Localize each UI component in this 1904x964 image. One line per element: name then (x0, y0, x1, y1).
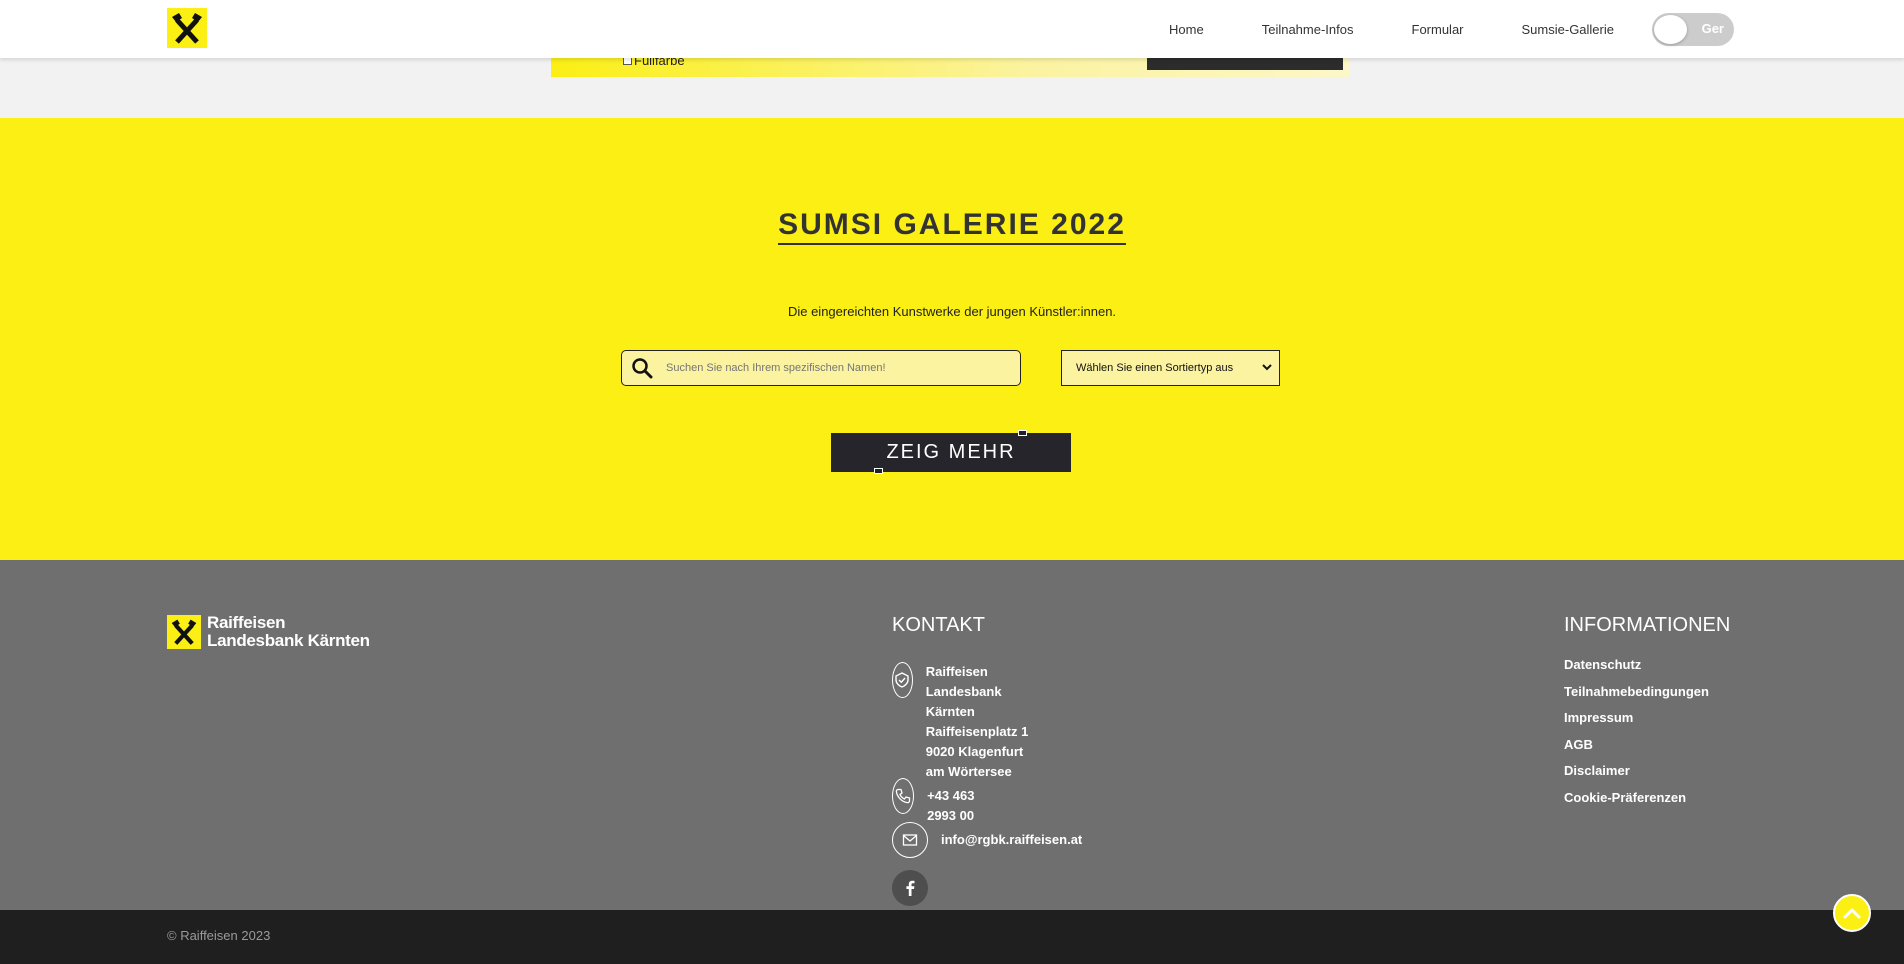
sort-select[interactable]: Wählen Sie einen Sortiertyp aus (1061, 350, 1280, 386)
email-address[interactable]: info@rgbk.raiffeisen.at (941, 830, 1082, 850)
location-icon (892, 662, 913, 698)
information-column: INFORMATIONEN Datenschutz Teilnahmebedin… (1564, 614, 1730, 811)
address-line2: Raiffeisenplatz 1 (925, 724, 1029, 739)
gallery-subtitle: Die eingereichten Kunstwerke der jungen … (787, 304, 1117, 319)
email-row[interactable]: info@rgbk.raiffeisen.at (892, 822, 1082, 858)
facebook-icon[interactable] (892, 870, 928, 906)
information-heading: INFORMATIONEN (1564, 614, 1731, 636)
link-datenschutz[interactable]: Datenschutz (1564, 652, 1730, 679)
gallery-section: SUMSI GALERIE 2022 Die eingereichten Kun… (0, 118, 1904, 560)
logo-line2: Landesbank Kärnten (207, 631, 370, 650)
search-icon (622, 350, 662, 386)
phone-row[interactable]: +43 463 2993 00 (892, 778, 985, 826)
nav-home[interactable]: Home (1169, 22, 1204, 37)
show-more-button[interactable]: ZEIG MEHR (831, 433, 1071, 472)
address-line3: 9020 Klagenfurt am Wörtersee (925, 744, 1024, 779)
address-row: Raiffeisen Landesbank Kärnten Raiffeisen… (892, 662, 1033, 782)
nav-formular[interactable]: Formular (1412, 22, 1464, 37)
toggle-knob (1654, 15, 1687, 44)
scroll-to-top-button[interactable] (1833, 894, 1871, 932)
link-disclaimer[interactable]: Disclaimer (1564, 758, 1730, 785)
search-input[interactable] (666, 362, 1020, 374)
raiffeisen-logo-icon[interactable] (167, 8, 207, 48)
nav-teilnahme-infos[interactable]: Teilnahme-Infos (1262, 22, 1354, 37)
raiffeisen-logo-icon (167, 615, 201, 649)
footer-logo-text: Raiffeisen Landesbank Kärnten (207, 614, 370, 650)
contact-column: KONTAKT Raiffeisen Landesbank Kärnten Ra… (892, 614, 1082, 906)
language-toggle[interactable]: Ger (1652, 13, 1734, 46)
link-agb[interactable]: AGB (1564, 732, 1730, 759)
copyright-text: © Raiffeisen 2023 (167, 928, 271, 943)
resize-handle[interactable] (874, 468, 883, 474)
chevron-down-icon (1261, 361, 1273, 376)
search-box[interactable] (621, 350, 1021, 386)
gallery-title-wrap: SUMSI GALERIE 2022 (0, 208, 1904, 245)
nav-sumsie-gallerie[interactable]: Sumsie-Gallerie (1522, 22, 1614, 37)
chevron-up-icon (1843, 908, 1861, 919)
footer-logo[interactable]: Raiffeisen Landesbank Kärnten (167, 614, 370, 650)
link-impressum[interactable]: Impressum (1564, 705, 1730, 732)
sort-selected-value: Wählen Sie einen Sortiertyp aus (1076, 362, 1234, 374)
phone-icon (892, 778, 915, 814)
link-cookie-praeferenzen[interactable]: Cookie-Präferenzen (1564, 785, 1730, 812)
contact-heading: KONTAKT (892, 614, 985, 636)
link-teilnahmebedingungen[interactable]: Teilnahmebedingungen (1564, 679, 1730, 706)
copyright-bar: © Raiffeisen 2023 (0, 910, 1904, 964)
language-label: Ger (1701, 21, 1724, 36)
phone-number[interactable]: +43 463 2993 00 (927, 786, 985, 826)
main-nav: Home Teilnahme-Infos Formular Sumsie-Gal… (1111, 0, 1614, 58)
address-line1: Raiffeisen Landesbank Kärnten (925, 664, 1002, 719)
gallery-title: SUMSI GALERIE 2022 (778, 208, 1126, 245)
site-header: Home Teilnahme-Infos Formular Sumsie-Gal… (0, 0, 1904, 58)
logo-line1: Raiffeisen (207, 613, 286, 632)
mail-icon (892, 822, 928, 858)
address-text: Raiffeisen Landesbank Kärnten Raiffeisen… (926, 662, 1033, 782)
show-more-label: ZEIG MEHR (886, 441, 1016, 463)
resize-handle[interactable] (1018, 430, 1027, 436)
site-footer: Raiffeisen Landesbank Kärnten KONTAKT Ra… (0, 560, 1904, 910)
